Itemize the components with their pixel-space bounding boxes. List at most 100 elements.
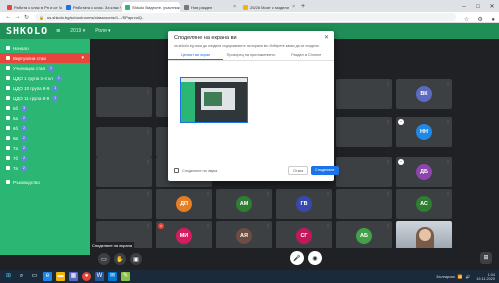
dialog-close-icon[interactable]: ✕ (324, 34, 329, 41)
task-view-icon[interactable]: ▭ (30, 272, 39, 281)
year-selector[interactable]: 2019 ▾ (70, 28, 85, 34)
tab-close-icon[interactable]: × (233, 4, 236, 10)
participant-tile[interactable]: ⋮ (336, 117, 392, 147)
word-icon[interactable]: W (95, 272, 104, 281)
browser-tab[interactable]: 25/28 Моят с модели × (240, 2, 298, 12)
browser-tab[interactable]: Shkolo Видеоте. участник× (122, 2, 180, 12)
present-icon[interactable]: ▣ (130, 253, 142, 265)
browser-tab[interactable]: Работа с клас в Рп и се Чест× (4, 2, 62, 12)
captions-icon[interactable]: ▭ (98, 253, 110, 265)
more-options-icon[interactable]: ⋮ (386, 223, 390, 228)
more-options-icon[interactable]: ⋮ (206, 223, 210, 228)
tab-entire-screen[interactable]: Целият ви екран (168, 51, 224, 60)
more-options-icon[interactable]: ⋮ (446, 159, 450, 164)
participant-tile[interactable]: ⋮ СГ (276, 221, 332, 251)
share-audio-checkbox[interactable] (174, 168, 179, 173)
participant-tile[interactable]: ⋮ (96, 87, 152, 117)
cancel-button[interactable]: Отказ (288, 166, 309, 175)
sidebar-item[interactable]: 7в 2 (0, 163, 90, 173)
tab-application-window[interactable]: Прозорец на приложението (223, 51, 278, 60)
chrome-icon[interactable]: ● (82, 272, 91, 281)
sidebar-item[interactable]: ЦДО 11 група 8-9 1 (0, 93, 90, 103)
network-icon[interactable]: 📶 (458, 274, 463, 279)
menu-toggle-icon[interactable]: ≡ (56, 28, 60, 35)
volume-icon[interactable]: 🔊 (466, 274, 471, 279)
forward-icon[interactable]: → (13, 14, 22, 20)
more-options-icon[interactable]: ⋮ (266, 191, 270, 196)
more-options-icon[interactable]: ⋮ (446, 223, 450, 228)
tab-chrome-tab[interactable]: Раздел в Chrome (279, 51, 334, 60)
screen-preview-thumbnail[interactable] (180, 77, 248, 123)
participant-tile[interactable]: ⋮ АС (396, 189, 452, 219)
sidebar-item[interactable]: 5а 2 (0, 113, 90, 123)
participant-tile[interactable]: ⋮ (96, 189, 152, 219)
participant-tile[interactable]: ⋮ ДБ − (396, 157, 452, 187)
participant-tile[interactable]: ⋮ ГВ (276, 189, 332, 219)
participant-tile[interactable]: ⋮ АБ (336, 221, 392, 251)
camera-icon[interactable]: ◉ (308, 251, 322, 265)
sidebar-item[interactable]: ЦДО 1 група 3-4 кл 1 (0, 73, 90, 83)
edge-icon[interactable]: e (43, 272, 52, 281)
participant-tile[interactable]: ⋮ ДП (156, 189, 212, 219)
sidebar-item[interactable]: 6б 2 (0, 123, 90, 133)
sidebar-item[interactable]: 7б 2 (0, 153, 90, 163)
browser-tab[interactable]: Работата с клас. За клас Чест× (63, 2, 121, 12)
participant-tile[interactable]: ⋮ АМ (216, 189, 272, 219)
more-options-icon[interactable]: ⋮ (446, 191, 450, 196)
participant-tile[interactable]: ⋮ (336, 157, 392, 187)
address-bar[interactable]: 🔒 us.shkolo.bg/schooIrooms/classrooms/1.… (35, 13, 456, 21)
language-indicator[interactable]: Български (437, 275, 455, 279)
clock[interactable]: 1:04 19.11.2020 (473, 273, 495, 281)
more-options-icon[interactable]: ⋮ (446, 81, 450, 86)
participant-tile[interactable]: ⋮ (336, 79, 392, 109)
more-options-icon[interactable]: ⋮ (386, 191, 390, 196)
sidebar-item[interactable]: ЦДО 10 група 8-9 1 (0, 83, 90, 93)
share-button[interactable]: Споделяне (311, 166, 339, 175)
participant-tile[interactable]: ⋮ (96, 157, 152, 187)
sidebar-item[interactable]: Виртуални стаи ▾ (0, 53, 90, 63)
more-options-icon[interactable]: ⋮ (326, 223, 330, 228)
role-selector[interactable]: Роля ▾ (95, 28, 110, 34)
paint-icon[interactable]: ✎ (121, 272, 130, 281)
search-icon[interactable]: ⌕ (17, 272, 26, 281)
more-options-icon[interactable]: ⋮ (386, 119, 390, 124)
more-options-icon[interactable]: ⋮ (146, 159, 150, 164)
shkolo-logo[interactable]: SHKOLO (6, 26, 48, 37)
sidebar-item[interactable]: 7а 2 (0, 143, 90, 153)
raise-hand-icon[interactable]: ✋ (114, 253, 126, 265)
participant-tile[interactable]: ⋮ АЯ (216, 221, 272, 251)
sidebar-item[interactable]: 6в 2 (0, 133, 90, 143)
sidebar-item[interactable]: Училищна стая 1 (0, 63, 90, 73)
sidebar-item[interactable]: Ръководство (0, 177, 90, 187)
participant-tile[interactable]: ⋮ МИ × (156, 221, 212, 251)
more-options-icon[interactable]: ⋮ (326, 191, 330, 196)
participant-tile[interactable]: ⋮ (396, 221, 452, 251)
participant-tile[interactable]: ⋮ (336, 189, 392, 219)
store-icon[interactable]: ▦ (69, 272, 78, 281)
participant-tile[interactable]: ⋮ НН − (396, 117, 452, 147)
more-options-icon[interactable]: ⋮ (206, 191, 210, 196)
more-options-icon[interactable]: ⋮ (386, 81, 390, 86)
share-audio-option[interactable]: Споделяне на звука (174, 168, 217, 173)
mic-icon[interactable]: 🎤 (290, 251, 304, 265)
explorer-icon[interactable]: ▬ (56, 272, 65, 281)
more-options-icon[interactable]: ⋮ (146, 89, 150, 94)
start-icon[interactable]: ⊞ (4, 272, 13, 281)
mail-icon[interactable]: ✉ (108, 272, 117, 281)
more-options-icon[interactable]: ⋮ (146, 191, 150, 196)
more-options-icon[interactable]: ⋮ (266, 223, 270, 228)
participant-tile[interactable]: ⋮ (96, 127, 152, 157)
more-options-icon[interactable]: ⋮ (146, 223, 150, 228)
layout-grid-icon[interactable]: ⊞ (480, 252, 492, 264)
back-icon[interactable]: ← (4, 14, 13, 20)
sidebar-item[interactable]: Начало (0, 43, 90, 53)
browser-tab[interactable]: Нов раздел × (181, 2, 239, 12)
reload-icon[interactable]: ↻ (22, 14, 31, 21)
more-options-icon[interactable]: ⋮ (146, 129, 150, 134)
more-options-icon[interactable]: ⋮ (386, 159, 390, 164)
new-tab-button[interactable]: + (301, 2, 305, 12)
participant-tile[interactable]: ⋮ ВК (396, 79, 452, 109)
more-options-icon[interactable]: ⋮ (446, 119, 450, 124)
tab-close-icon[interactable]: × (292, 4, 295, 10)
sidebar-item[interactable]: 5б 3 (0, 103, 90, 113)
